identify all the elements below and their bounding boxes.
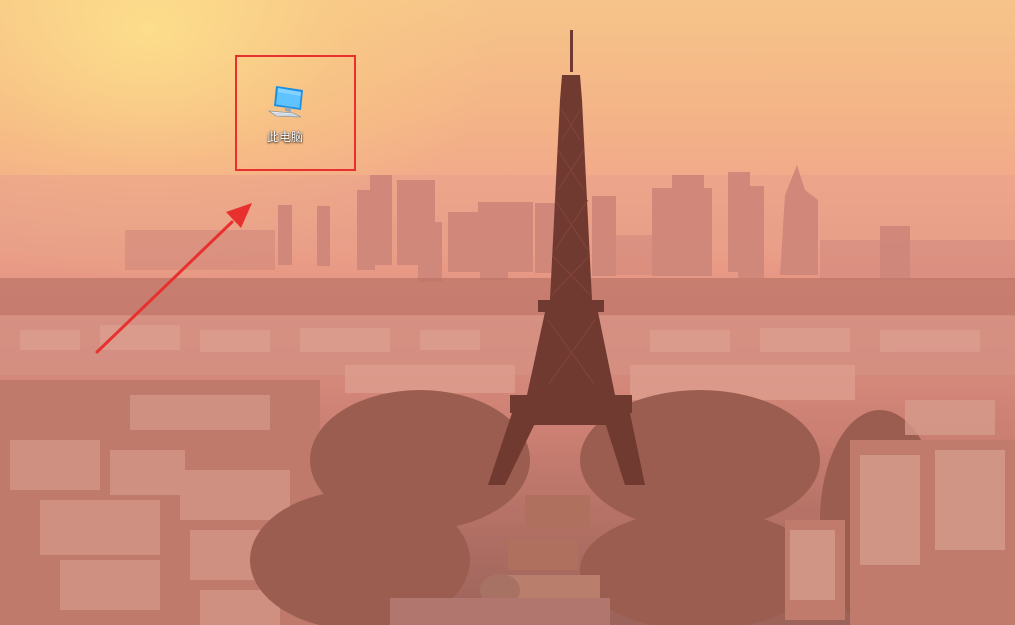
this-pc-desktop-icon[interactable]: 此电脑 — [240, 80, 330, 152]
monitor-icon — [267, 86, 303, 118]
this-pc-label: 此电脑 — [266, 130, 303, 144]
desktop: 此电脑 — [0, 0, 1015, 625]
paris-wallpaper — [0, 0, 1015, 625]
